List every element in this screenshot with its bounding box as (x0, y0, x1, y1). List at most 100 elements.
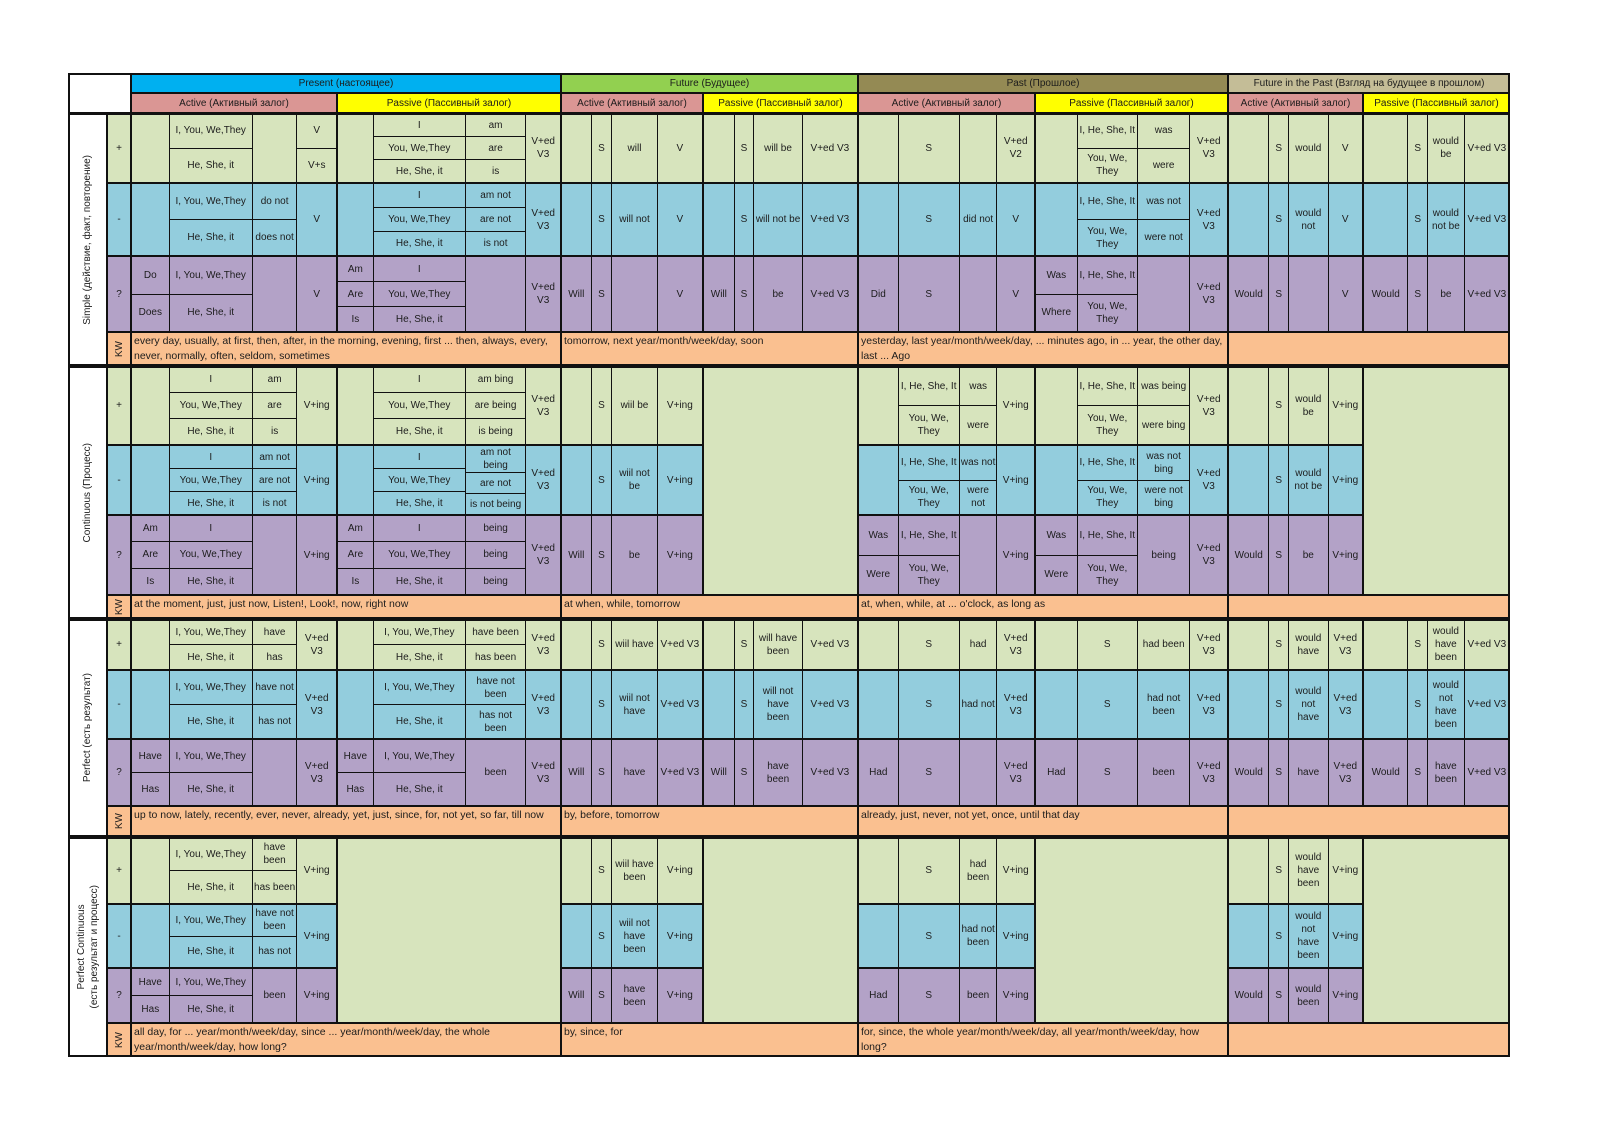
passive-voice-header: Passive (Пассивный залог) (703, 93, 858, 113)
formula-column: Will (562, 257, 591, 331)
formula-column (859, 114, 898, 182)
formula-part: V+ed V3 (1196, 692, 1221, 717)
formula-part: V+ing (666, 549, 693, 561)
formula-part (132, 620, 169, 669)
sign-cell: + (107, 837, 131, 904)
formula-part: S (1414, 142, 1422, 154)
keywords-future: tomorrow, next year/month/week/day, soon (561, 332, 858, 366)
formula-part: V (676, 288, 684, 300)
formula-column: V+ed V3 (1189, 740, 1227, 805)
sign-cell: + (107, 113, 131, 183)
formula-part: V (313, 214, 321, 225)
formula-part: S (1414, 639, 1422, 650)
formula-column: V+ed V3 (1463, 184, 1509, 255)
formula-column: I, You, We,They He, She, it (168, 671, 252, 738)
formula-column: S (590, 905, 612, 967)
formula-part (1364, 184, 1407, 255)
formula-column: S (897, 969, 959, 1022)
formula-column: S (1268, 446, 1288, 514)
formula-part: I, You, We,They (175, 914, 246, 926)
formula-part: Had (869, 767, 888, 778)
formula-column: I, You, We,They He, She, it (168, 184, 252, 255)
formula-column: S (733, 671, 754, 738)
formula-part: be (628, 549, 641, 561)
formula-part: would not (1295, 207, 1322, 232)
formula-part: is not (465, 231, 526, 255)
formula-cell: I You, We,They He, She, it am not being are … (337, 445, 561, 515)
sign-cell: ? (107, 968, 131, 1023)
formula-part (1229, 620, 1268, 669)
formula-part: S (740, 699, 748, 710)
kw-label: KW (107, 1023, 131, 1057)
formula-column: Would (1364, 257, 1407, 331)
formula-column: am are is (251, 367, 297, 444)
formula-cell: I You, We,They He, She, it am are is V+ing (131, 366, 337, 445)
formula-cell: I, You, We,They He, She, it V V+s (131, 113, 337, 183)
formula-part: I, He, She, It (1079, 529, 1136, 541)
kw-label: KW (107, 332, 131, 366)
formula-part: V+ed V3 (304, 760, 329, 785)
formula-part (1229, 367, 1268, 444)
formula-column (1229, 446, 1268, 514)
formula-part (704, 671, 734, 738)
formula-part: V+ed V3 (304, 632, 329, 657)
formula-cell: Was Were I, He, She, It You, We, They V+ing (858, 515, 1035, 595)
formula-part: V+ing (1002, 400, 1029, 411)
formula-column: Was Where (1036, 257, 1077, 331)
formula-part: are (465, 136, 526, 159)
formula-column (1229, 671, 1268, 738)
formula-part: V (1012, 214, 1020, 225)
aspect-label-text: Simple (действие, факт, повторение) (82, 154, 93, 325)
formula-cell: Shad not been V+ing (858, 904, 1035, 968)
formula-column: Will (562, 740, 591, 805)
formula-cell: Had Sbeen V+ing (858, 968, 1035, 1023)
formula-column: V+ed V3 (996, 740, 1034, 805)
keywords-past: yesterday, last year/month/week/day, ...… (858, 332, 1228, 366)
formula-column: would not (1288, 184, 1327, 255)
formula-part: S (598, 865, 605, 876)
formula-cell: Swould V (1228, 113, 1363, 183)
formula-column: V+ed V3 (656, 620, 702, 669)
formula-column: V+ed V3 (525, 184, 560, 255)
formula-part: V+ing (1332, 930, 1359, 942)
formula-cell: Swiil have been V+ing (561, 837, 703, 904)
formula-part: He, She, it (169, 293, 252, 332)
formula-part: V (313, 288, 321, 300)
formula-column: S (590, 620, 612, 669)
formula-column: V+ed V2 (996, 114, 1034, 182)
formula-cell: I, He, She, It You, We, They was being were… (1035, 366, 1228, 445)
formula-part: have been (472, 626, 519, 638)
formula-part: I, You, We,They (384, 626, 455, 638)
formula-cell: Swill not V (561, 183, 703, 256)
formula-part (1229, 114, 1268, 182)
formula-column (251, 740, 297, 805)
kw-label-text: KW (113, 813, 125, 830)
formula-part: S (598, 767, 605, 778)
formula-column (1036, 446, 1077, 514)
formula-part: V+ing (1002, 930, 1029, 942)
formula-cell: Shad V+ed V3 (858, 619, 1035, 670)
formula-part: be (1302, 549, 1314, 561)
formula-part: was being (1141, 380, 1187, 392)
keywords-present: all day, for ... year/month/week/day, si… (131, 1023, 561, 1057)
formula-column: I You, We,They He, She, it (372, 257, 465, 331)
formula-part: Was (1046, 529, 1067, 541)
formula-column (562, 838, 591, 903)
formula-column (464, 257, 525, 331)
formula-part: V+ed V3 (1196, 136, 1221, 160)
formula-column (859, 838, 898, 903)
formula-cell: Have Has I, You, We,They He, She, it been V+i… (131, 968, 337, 1023)
formula-part: I (417, 374, 421, 385)
formula-cell: Swould have been V+ed V3 (1363, 619, 1510, 670)
aspect-label: Continuous (Процесс) (68, 366, 107, 619)
formula-column: would have been (1427, 620, 1464, 669)
formula-part: V+ed V3 (810, 288, 850, 300)
formula-column: I, You, We,They He, She, it (372, 740, 465, 805)
formula-column: V+ing (1327, 446, 1362, 514)
formula-part: is not being (465, 493, 526, 514)
formula-part: You, We,They (373, 136, 465, 159)
corner-cell (68, 73, 131, 113)
formula-part (704, 114, 734, 182)
formula-part: S (1414, 699, 1422, 710)
formula-part: have been (1434, 760, 1457, 785)
